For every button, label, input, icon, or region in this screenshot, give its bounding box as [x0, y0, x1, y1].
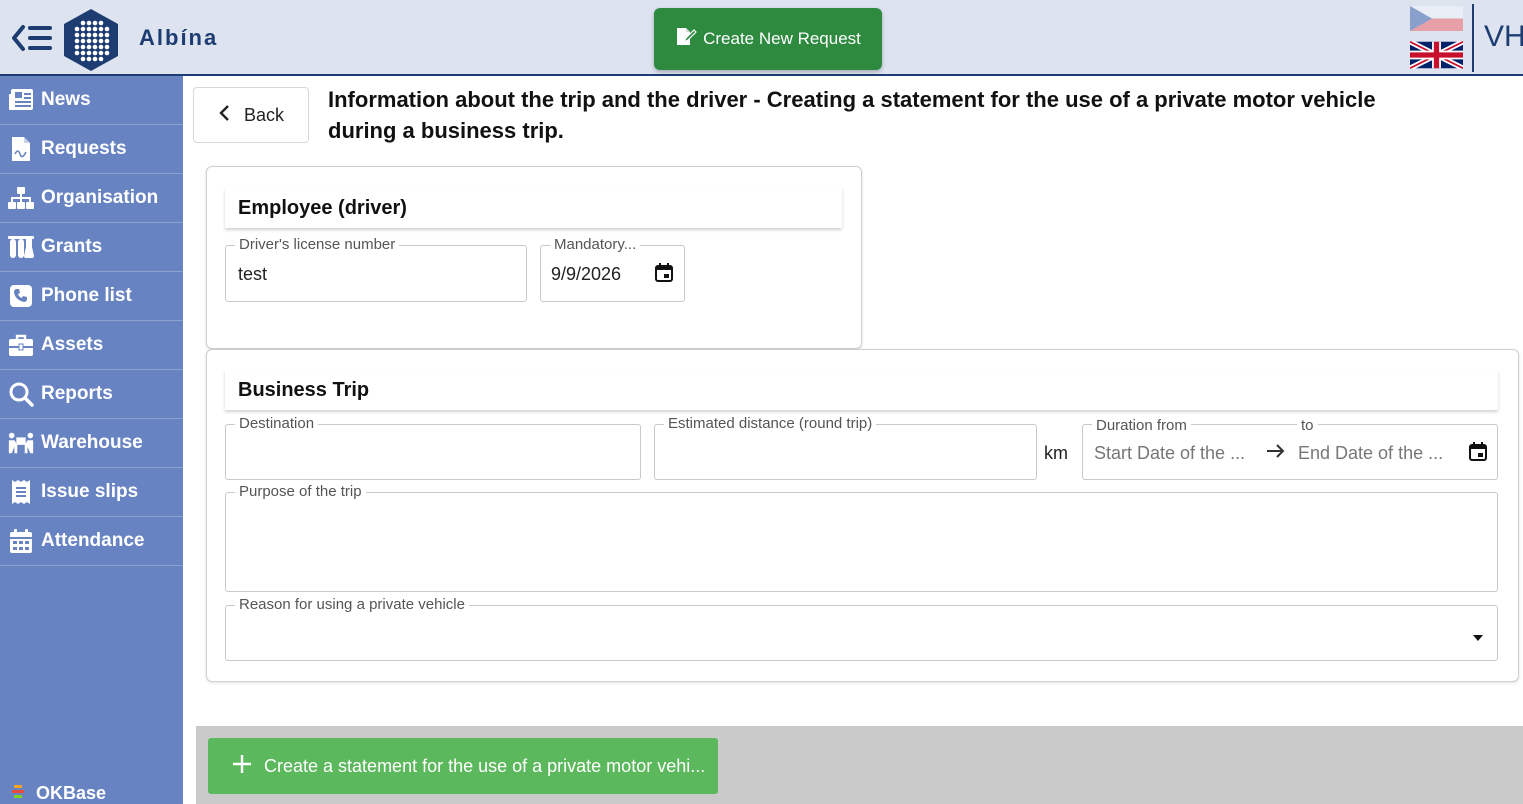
sidebar-item-phone-list[interactable]: Phone list	[0, 272, 183, 321]
back-button[interactable]: Back	[193, 87, 309, 143]
license-number-label: Driver's license number	[235, 236, 400, 253]
uk-flag-icon[interactable]	[1408, 39, 1465, 71]
calendar-icon[interactable]	[1468, 442, 1488, 467]
arrow-right-icon	[1266, 443, 1286, 464]
duration-range-picker[interactable]: Duration from to Start Date of the ... E…	[1082, 417, 1498, 480]
business-trip-section-heading: Business Trip	[225, 370, 1498, 410]
distance-input[interactable]: Estimated distance (round trip)	[654, 415, 1037, 480]
okbase-footer[interactable]: OKBase	[12, 783, 106, 804]
mandatory-date-label: Mandatory...	[550, 236, 641, 253]
calendar-icon	[7, 527, 35, 555]
create-new-request-label: Create New Request	[703, 29, 861, 48]
flask-icon	[7, 233, 35, 261]
sidebar-item-organisation[interactable]: Organisation	[0, 174, 183, 223]
distance-label: Estimated distance (round trip)	[664, 415, 877, 432]
duration-from-label: Duration from	[1092, 417, 1191, 434]
sidebar: News Requests Organisation Grants Phone …	[0, 76, 183, 804]
calendar-icon[interactable]	[654, 263, 674, 288]
sidebar-item-label: Warehouse	[41, 432, 143, 453]
sidebar-item-requests[interactable]: Requests	[0, 125, 183, 174]
reason-label: Reason for using a private vehicle	[235, 596, 469, 613]
app-name: Albína	[139, 25, 219, 50]
receipt-icon	[7, 478, 35, 506]
sidebar-item-issue-slips[interactable]: Issue slips	[0, 468, 183, 517]
reason-select[interactable]: Reason for using a private vehicle	[225, 596, 1498, 661]
duration-to-label: to	[1297, 417, 1318, 434]
start-date-input[interactable]: Start Date of the ...	[1094, 443, 1245, 464]
purpose-label: Purpose of the trip	[235, 483, 366, 500]
sidebar-item-news[interactable]: News	[0, 76, 183, 125]
mandatory-date-value: 9/9/2026	[551, 264, 622, 284]
end-date-input[interactable]: End Date of the ...	[1298, 443, 1443, 464]
sidebar-item-label: Reports	[41, 383, 113, 404]
sidebar-item-label: Requests	[41, 138, 127, 159]
create-statement-label: Create a statement for the use of a priv…	[264, 755, 706, 776]
caret-down-icon[interactable]	[1472, 629, 1484, 647]
sidebar-item-warehouse[interactable]: Warehouse	[0, 419, 183, 468]
sidebar-item-label: Grants	[41, 236, 103, 257]
sidebar-item-label: News	[41, 89, 91, 110]
albina-logo-icon[interactable]	[62, 8, 120, 72]
employee-section-heading: Employee (driver)	[225, 188, 842, 228]
org-chart-icon	[7, 184, 35, 212]
header-separator	[1472, 4, 1474, 72]
license-number-field[interactable]: Driver's license number test	[225, 236, 527, 302]
back-label: Back	[243, 104, 285, 125]
user-initials[interactable]: VH	[1484, 20, 1523, 54]
page-title: Information about the trip and the drive…	[328, 87, 1376, 143]
license-number-value: test	[238, 264, 268, 284]
destination-label: Destination	[235, 415, 319, 432]
document-icon	[7, 135, 35, 163]
edit-document-icon	[675, 27, 697, 52]
create-new-request-button[interactable]: Create New Request	[654, 8, 882, 70]
chevron-left-icon	[218, 104, 230, 127]
people-carry-icon	[7, 429, 35, 457]
menu-collapse-icon[interactable]	[10, 22, 54, 54]
sidebar-item-reports[interactable]: Reports	[0, 370, 183, 419]
sidebar-item-label: Assets	[41, 334, 104, 355]
mandatory-date-field[interactable]: Mandatory... 9/9/2026	[540, 236, 685, 302]
sidebar-item-attendance[interactable]: Attendance	[0, 517, 183, 566]
create-statement-button[interactable]: Create a statement for the use of a priv…	[208, 738, 718, 794]
sidebar-item-label: Attendance	[41, 530, 145, 551]
sidebar-item-grants[interactable]: Grants	[0, 223, 183, 272]
plus-icon	[232, 754, 252, 779]
purpose-textarea[interactable]: Purpose of the trip	[225, 483, 1498, 592]
sidebar-item-label: Issue slips	[41, 481, 139, 502]
okbase-logo-icon	[12, 783, 24, 804]
okbase-label: OKBase	[36, 783, 107, 803]
sidebar-item-label: Organisation	[41, 187, 159, 208]
search-icon	[7, 380, 35, 408]
distance-unit: km	[1044, 443, 1068, 463]
newspaper-icon	[7, 86, 35, 114]
destination-input[interactable]: Destination	[225, 415, 641, 480]
sidebar-item-assets[interactable]: Assets	[0, 321, 183, 370]
sidebar-item-label: Phone list	[41, 285, 132, 306]
app-header: Albína Create New Request VH	[0, 0, 1523, 76]
briefcase-icon	[7, 331, 35, 359]
phone-icon	[7, 282, 35, 310]
czech-flag-icon[interactable]	[1410, 6, 1463, 31]
